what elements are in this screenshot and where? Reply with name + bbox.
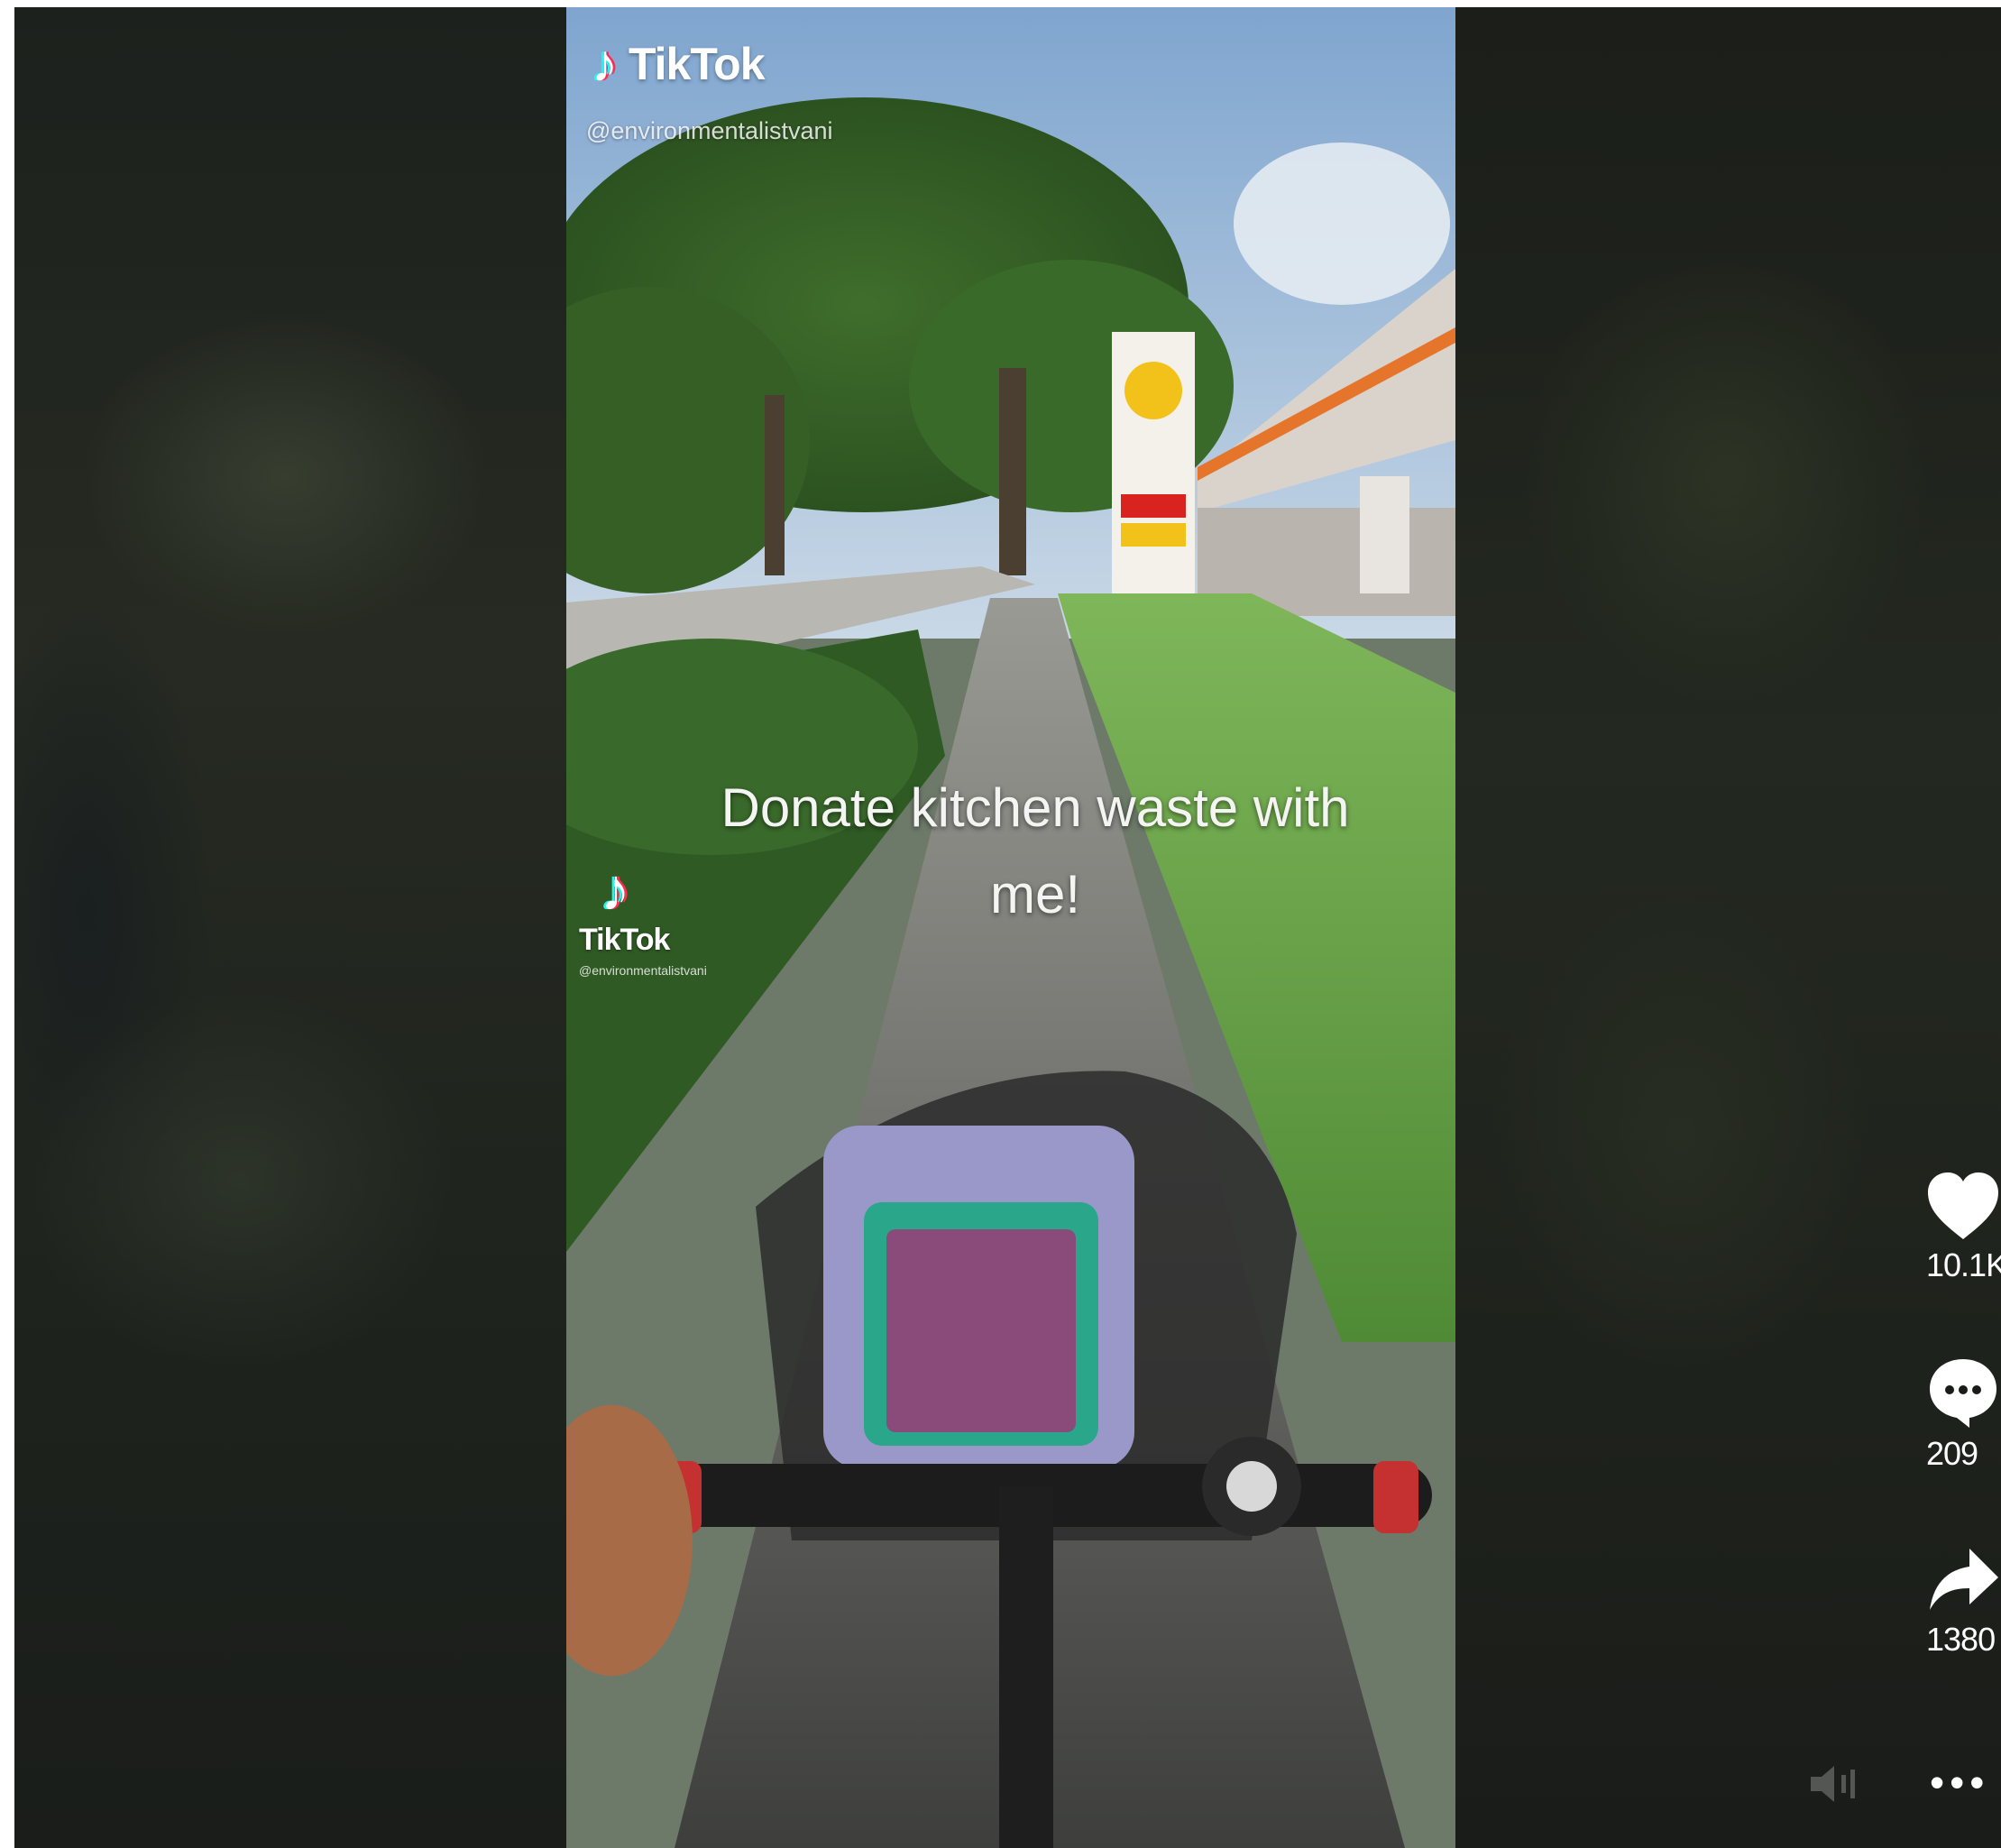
like-button[interactable]: 10.1K (1926, 1171, 2001, 1284)
caption-line-1: Donate kitchen waste with (721, 777, 1350, 838)
heart-icon (1928, 1172, 1998, 1239)
volume-icon[interactable] (1807, 1764, 1861, 1804)
tiktok-watermark-top: ♪ TikTok (592, 34, 766, 93)
share-button[interactable]: 1380 (1926, 1545, 2001, 1659)
watermark-handle: @environmentalistvani (579, 963, 707, 978)
tiktok-watermark-floating: ♪ TikTok @environmentalistvani (579, 860, 777, 978)
share-count: 1380 (1926, 1621, 1996, 1658)
more-button[interactable]: ••• (1930, 1761, 1989, 1803)
watermark-brand: TikTok (579, 923, 670, 957)
tiktok-viewer: ♪ TikTok @environmentalistvani Donate ki… (14, 7, 2001, 1848)
blurred-backdrop-right (1455, 7, 2001, 1848)
watermark-brand: TikTok (629, 39, 766, 89)
like-count: 10.1K (1926, 1246, 2001, 1283)
tiktok-logo-icon: ♪ (601, 856, 630, 923)
comment-count: 209 (1926, 1435, 1978, 1472)
video-player[interactable]: ♪ TikTok @environmentalistvani Donate ki… (566, 7, 1455, 1848)
share-icon (1930, 1549, 1998, 1610)
watermark-handle: @environmentalistvani (586, 117, 833, 144)
tiktok-logo-icon: ♪ (592, 34, 618, 93)
comment-icon (1930, 1359, 1996, 1428)
comment-button[interactable]: 209 (1926, 1356, 2001, 1473)
blurred-backdrop-left (14, 7, 566, 1848)
